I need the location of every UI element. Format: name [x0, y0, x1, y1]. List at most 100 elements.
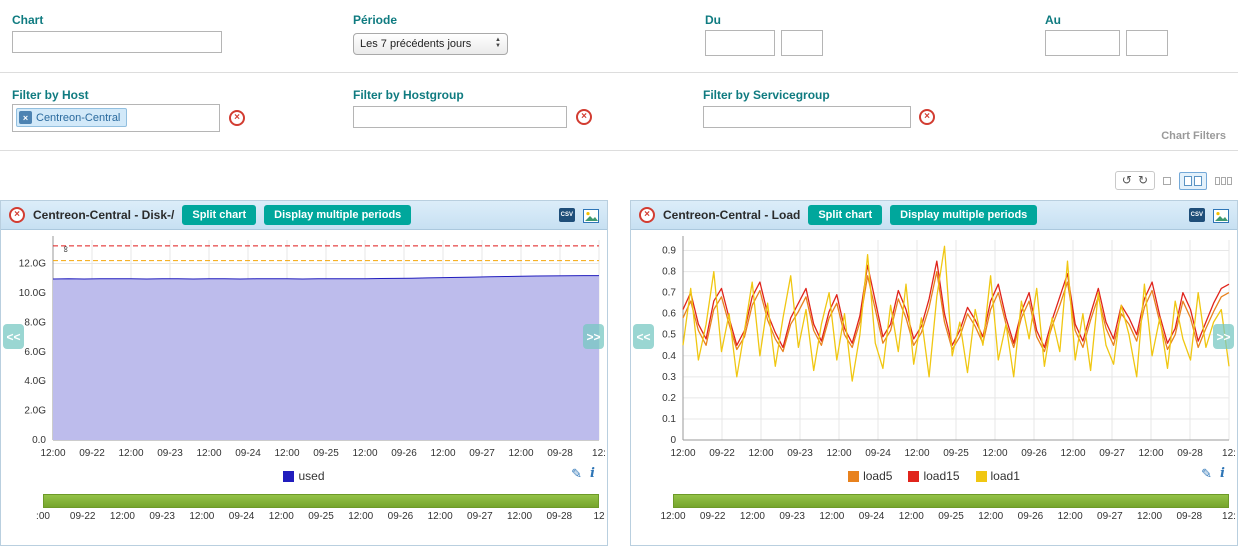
au-date-input[interactable]: [1045, 30, 1120, 56]
export-csv-icon[interactable]: CSV: [1189, 208, 1205, 222]
svg-text:12.0G: 12.0G: [19, 259, 46, 270]
clear-hostgroup-filter-icon[interactable]: ×: [576, 109, 592, 125]
chart-header: × Centreon-Central - Load Split chart Di…: [631, 201, 1237, 230]
svg-text:2.0G: 2.0G: [24, 406, 46, 417]
svg-text:4.0G: 4.0G: [24, 376, 46, 387]
chart-info-icon[interactable]: i: [1220, 466, 1225, 482]
host-tag[interactable]: × Centreon-Central: [16, 108, 127, 127]
chart-info-icon[interactable]: i: [590, 466, 595, 482]
section-divider: [0, 72, 1238, 73]
load-chart-plot[interactable]: 12:0009-2212:0009-2312:0009-2412:0009-25…: [631, 232, 1237, 464]
svg-text:12:: 12:: [1222, 448, 1236, 459]
edit-chart-icon[interactable]: ✎: [1201, 466, 1212, 482]
timeline-selector[interactable]: [673, 494, 1229, 508]
du-time-input[interactable]: [781, 30, 823, 56]
timeline-tick-label: 12:00: [899, 511, 924, 522]
auto-refresh-icon[interactable]: ↻: [1138, 174, 1148, 187]
svg-text:0.4: 0.4: [662, 351, 676, 362]
svg-text:12:00: 12:00: [826, 448, 851, 459]
timeline-tick-label: 12:00: [269, 511, 294, 522]
hostgroup-filter-input[interactable]: [353, 106, 567, 128]
legend-item[interactable]: load5: [848, 469, 892, 483]
edit-chart-icon[interactable]: ✎: [571, 466, 582, 482]
timeline-tick-label: 12:00: [507, 511, 532, 522]
filter-by-host-label: Filter by Host: [12, 88, 89, 102]
svg-text:12:00: 12:00: [352, 448, 377, 459]
legend-item[interactable]: used: [283, 469, 324, 483]
svg-text:12:00: 12:00: [1060, 448, 1085, 459]
au-time-input[interactable]: [1126, 30, 1168, 56]
legend-item[interactable]: load15: [908, 469, 959, 483]
timeline-tick-label: 09-27: [1097, 511, 1123, 522]
display-multiple-periods-button[interactable]: Display multiple periods: [264, 205, 411, 225]
chart-panel-disk: × Centreon-Central - Disk-/ Split chart …: [0, 200, 608, 546]
remove-host-tag-icon[interactable]: ×: [19, 111, 32, 124]
svg-text:09-22: 09-22: [709, 448, 735, 459]
timeline-tick-label: 09-23: [779, 511, 805, 522]
layout-three-column-icon[interactable]: [1215, 177, 1232, 185]
legend-actions: ✎ i: [1201, 466, 1225, 482]
timeline-tick-label: 12:00: [189, 511, 214, 522]
timeline-tick-label: 09-28: [1176, 511, 1202, 522]
clear-servicegroup-filter-icon[interactable]: ×: [919, 109, 935, 125]
svg-text:12:00: 12:00: [904, 448, 929, 459]
section-divider: [0, 150, 1238, 151]
legend-label: load1: [991, 469, 1020, 483]
timeline-tick-label: 12:00: [428, 511, 453, 522]
svg-text:0.3: 0.3: [662, 372, 676, 383]
svg-text:8.0G: 8.0G: [24, 317, 46, 328]
scroll-left-button[interactable]: <<: [3, 324, 24, 349]
scroll-right-button[interactable]: >>: [583, 324, 604, 349]
au-field-label: Au: [1045, 13, 1061, 27]
scroll-right-button[interactable]: >>: [1213, 324, 1234, 349]
export-csv-icon[interactable]: CSV: [559, 208, 575, 222]
svg-text:0.6: 0.6: [662, 309, 676, 320]
chart-title: Centreon-Central - Load: [663, 208, 800, 222]
du-date-input[interactable]: [705, 30, 775, 56]
svg-text:12:: 12:: [592, 448, 606, 459]
svg-text:0.2: 0.2: [662, 393, 676, 404]
svg-text:09-25: 09-25: [313, 448, 339, 459]
svg-text:09-24: 09-24: [865, 448, 891, 459]
svg-text:12:00: 12:00: [40, 448, 65, 459]
scroll-left-button[interactable]: <<: [633, 324, 654, 349]
timeline-tick-label: 09-22: [70, 511, 96, 522]
display-multiple-periods-button[interactable]: Display multiple periods: [890, 205, 1037, 225]
timeline-tick-label: 09-23: [149, 511, 175, 522]
chart-search-input[interactable]: [12, 31, 222, 53]
legend-color-swatch: [848, 471, 859, 482]
svg-text:12:00: 12:00: [274, 448, 299, 459]
servicegroup-filter-input[interactable]: [703, 106, 911, 128]
timeline-tick-label: 12:: [1222, 511, 1236, 522]
svg-text:09-24: 09-24: [235, 448, 261, 459]
host-filter-tagbox[interactable]: × Centreon-Central: [12, 104, 220, 132]
export-image-icon[interactable]: [583, 207, 599, 223]
legend-color-swatch: [283, 471, 294, 482]
timeline-selector[interactable]: [43, 494, 599, 508]
svg-text:09-28: 09-28: [547, 448, 573, 459]
svg-text:09-27: 09-27: [469, 448, 495, 459]
svg-text:09-23: 09-23: [787, 448, 813, 459]
svg-text:0.9: 0.9: [662, 246, 676, 257]
close-chart-icon[interactable]: ×: [639, 207, 655, 223]
svg-text:09-27: 09-27: [1099, 448, 1125, 459]
period-select[interactable]: Les 7 précédents jours: [353, 33, 508, 55]
split-chart-button[interactable]: Split chart: [182, 205, 256, 225]
layout-two-column-icon[interactable]: [1179, 172, 1207, 190]
svg-text:09-26: 09-26: [1021, 448, 1047, 459]
close-chart-icon[interactable]: ×: [9, 207, 25, 223]
svg-text:0: 0: [670, 435, 676, 446]
timeline-tick-label: 09-25: [938, 511, 964, 522]
svg-text:12:00: 12:00: [430, 448, 455, 459]
timeline-tick-label: 12:00: [819, 511, 844, 522]
timeline-tick-label: 09-22: [700, 511, 726, 522]
layout-single-column-icon[interactable]: [1163, 177, 1171, 185]
svg-text:0.8: 0.8: [662, 267, 676, 278]
refresh-icon[interactable]: ↺: [1122, 174, 1132, 187]
disk-chart-plot[interactable]: 12:0009-2212:0009-2312:0009-2412:0009-25…: [1, 232, 607, 464]
export-image-icon[interactable]: [1213, 207, 1229, 223]
timeline-tick-label: 12:00: [348, 511, 373, 522]
clear-host-filter-icon[interactable]: ×: [229, 110, 245, 126]
split-chart-button[interactable]: Split chart: [808, 205, 882, 225]
legend-item[interactable]: load1: [976, 469, 1020, 483]
